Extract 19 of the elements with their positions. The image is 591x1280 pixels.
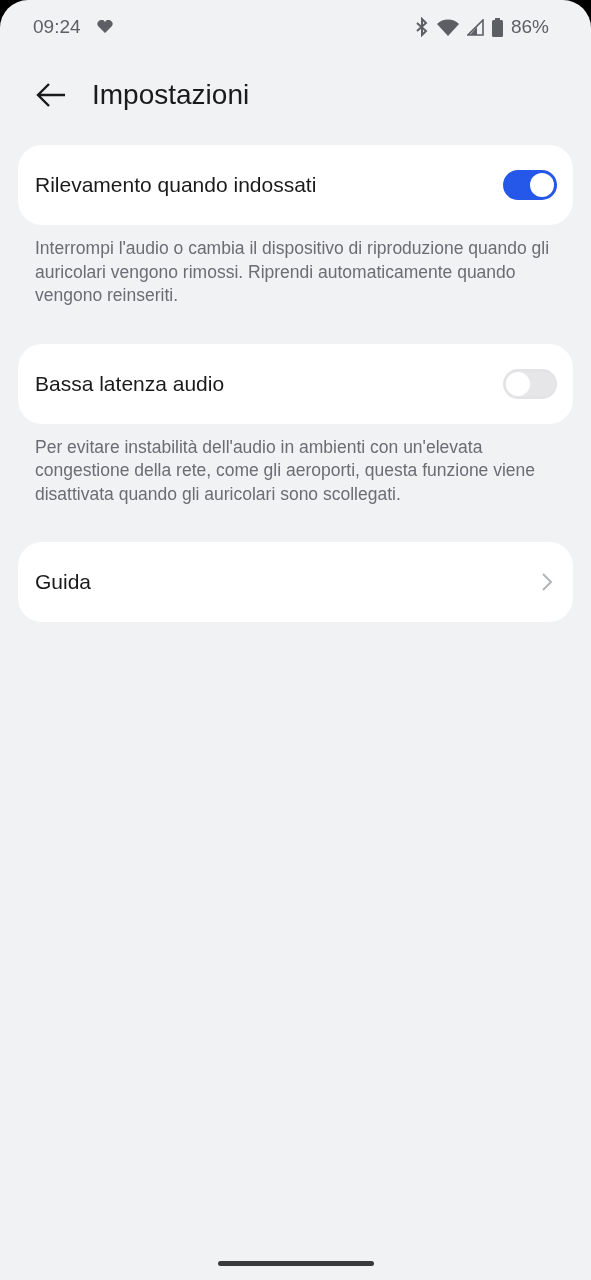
back-arrow-icon[interactable] (36, 82, 66, 108)
setting-card[interactable]: Bassa latenza audio (18, 343, 573, 424)
setting-card[interactable]: Rilevamento quando indossati (18, 145, 573, 225)
guide-row[interactable]: Guida (18, 542, 573, 622)
bluetooth-icon (414, 17, 429, 37)
toggle-switch[interactable] (503, 170, 557, 200)
heart-icon (96, 20, 113, 34)
setting-label: Rilevamento quando indossati (35, 172, 317, 199)
signal-icon (466, 18, 484, 36)
setting-description: Interrompi l'audio o cambia il dispositivo di riproduzione quando gli auricolari vengono rimossi. Riprendi automaticamente quando vengono reinseriti. (34, 237, 551, 307)
chevron-right-icon (541, 572, 553, 592)
setting-label: Guida (35, 569, 92, 596)
setting-label: Bassa latenza audio (35, 370, 225, 397)
battery-icon (491, 17, 503, 37)
status-time: 09:24 (33, 14, 81, 39)
wifi-icon (436, 18, 459, 36)
page-title: Impostazioni (92, 78, 250, 112)
battery-percentage: 86% (510, 14, 549, 39)
setting-description: Per evitare instabilità dell'audio in ambienti con un'elevata congestione della rete, come gli aeroporti, questa funzione viene disattivata quando gli auricolari sono scollegati. (34, 435, 537, 506)
